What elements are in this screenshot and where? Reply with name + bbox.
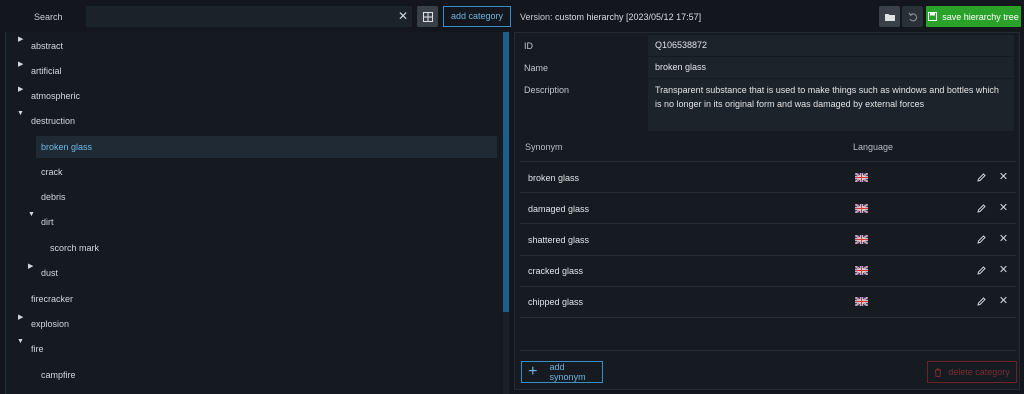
remove-synonym-icon[interactable]: ✕ <box>998 234 1009 245</box>
remove-synonym-icon[interactable]: ✕ <box>998 265 1009 276</box>
synonym-text: chipped glass <box>528 297 584 307</box>
save-hierarchy-button[interactable]: save hierarchy tree <box>926 6 1021 27</box>
grid-view-button[interactable] <box>417 6 438 27</box>
uk-flag-icon <box>855 235 868 244</box>
table-divider <box>520 192 1016 193</box>
undo-icon <box>908 12 917 21</box>
tree-item-campfire[interactable]: campfire <box>41 364 76 386</box>
table-divider <box>520 255 1016 256</box>
category-tree-panel <box>5 32 510 394</box>
selected-tree-row <box>36 136 497 158</box>
edit-icon[interactable] <box>976 203 987 214</box>
expand-caret-icon[interactable]: ▶ <box>28 262 36 284</box>
name-label: Name <box>524 63 549 73</box>
synonym-text: shattered glass <box>528 235 590 245</box>
tree-item-atmospheric[interactable]: atmospheric <box>31 85 80 107</box>
synonym-text: damaged glass <box>528 204 590 214</box>
tree-item-firecracker[interactable]: firecracker <box>31 288 73 310</box>
collapse-caret-icon[interactable]: ▼ <box>17 338 25 360</box>
id-label: ID <box>524 41 533 51</box>
tree-item-dust[interactable]: dust <box>41 262 58 284</box>
uk-flag-icon <box>855 204 868 213</box>
top-toolbar: Search ✕ add category Version: custom hi… <box>0 0 1024 32</box>
edit-icon[interactable] <box>976 296 987 307</box>
description-label: Description <box>524 85 570 95</box>
tree-item-destruction[interactable]: destruction <box>31 110 75 132</box>
search-input[interactable] <box>86 6 412 27</box>
remove-synonym-icon[interactable]: ✕ <box>998 296 1009 307</box>
description-field[interactable]: Transparent substance that is used to ma… <box>648 79 1014 131</box>
remove-synonym-icon[interactable]: ✕ <box>998 172 1009 183</box>
save-icon <box>928 12 938 21</box>
tree-item-debris[interactable]: debris <box>41 186 66 208</box>
delete-category-button[interactable]: delete category <box>927 361 1017 383</box>
language-column-header: Language <box>853 142 894 152</box>
collapse-caret-icon[interactable]: ▼ <box>28 211 36 233</box>
uk-flag-icon <box>855 173 868 182</box>
edit-icon[interactable] <box>976 265 987 276</box>
expand-caret-icon[interactable]: ▶ <box>18 313 26 335</box>
version-value: custom hierarchy [2023/05/12 17:57] <box>555 12 702 22</box>
add-synonym-button[interactable]: + add synonym <box>521 361 603 383</box>
open-folder-button[interactable] <box>879 6 900 27</box>
collapse-caret-icon[interactable]: ▼ <box>17 110 25 132</box>
tree-item-scorch-mark[interactable]: scorch mark <box>50 237 99 259</box>
add-synonym-label: add synonym <box>549 362 586 382</box>
uk-flag-icon <box>855 266 868 275</box>
clear-search-icon[interactable]: ✕ <box>396 9 410 23</box>
expand-caret-icon[interactable]: ▶ <box>18 85 26 107</box>
tree-item-dirt[interactable]: dirt <box>41 211 54 233</box>
synonym-column-header: Synonym <box>525 142 563 152</box>
uk-flag-icon <box>855 297 868 306</box>
remove-synonym-icon[interactable]: ✕ <box>998 203 1009 214</box>
synonym-text: broken glass <box>528 173 580 183</box>
id-field: Q106538872 <box>648 35 1014 56</box>
plus-icon: + <box>528 363 538 380</box>
version-label: Version: <box>520 12 553 22</box>
table-divider <box>520 286 1016 287</box>
tree-item-explosion[interactable]: explosion <box>31 313 69 335</box>
synonym-text: cracked glass <box>528 266 584 276</box>
folder-icon <box>884 13 895 21</box>
undo-button[interactable] <box>902 6 923 27</box>
table-divider <box>520 223 1016 224</box>
table-divider <box>520 350 1016 351</box>
save-label: save hierarchy tree <box>942 11 1019 22</box>
table-divider <box>520 161 1016 162</box>
expand-caret-icon[interactable]: ▶ <box>18 60 26 82</box>
delete-category-label: delete category <box>948 367 1010 377</box>
add-category-button[interactable]: add category <box>443 6 511 27</box>
tree-scrollbar-thumb[interactable] <box>503 32 509 312</box>
name-field[interactable]: broken glass <box>648 57 1014 78</box>
edit-icon[interactable] <box>976 234 987 245</box>
grid-icon <box>422 11 433 22</box>
trash-icon <box>935 368 942 377</box>
table-divider <box>520 317 1016 318</box>
expand-caret-icon[interactable]: ▶ <box>18 35 26 57</box>
tree-item-abstract[interactable]: abstract <box>31 35 63 57</box>
tree-item-crack[interactable]: crack <box>41 161 63 183</box>
tree-item-artificial[interactable]: artificial <box>31 60 62 82</box>
tree-item-broken-glass[interactable]: broken glass <box>41 136 92 158</box>
search-label: Search <box>34 12 63 22</box>
tree-item-fire[interactable]: fire <box>31 338 44 360</box>
edit-icon[interactable] <box>976 172 987 183</box>
